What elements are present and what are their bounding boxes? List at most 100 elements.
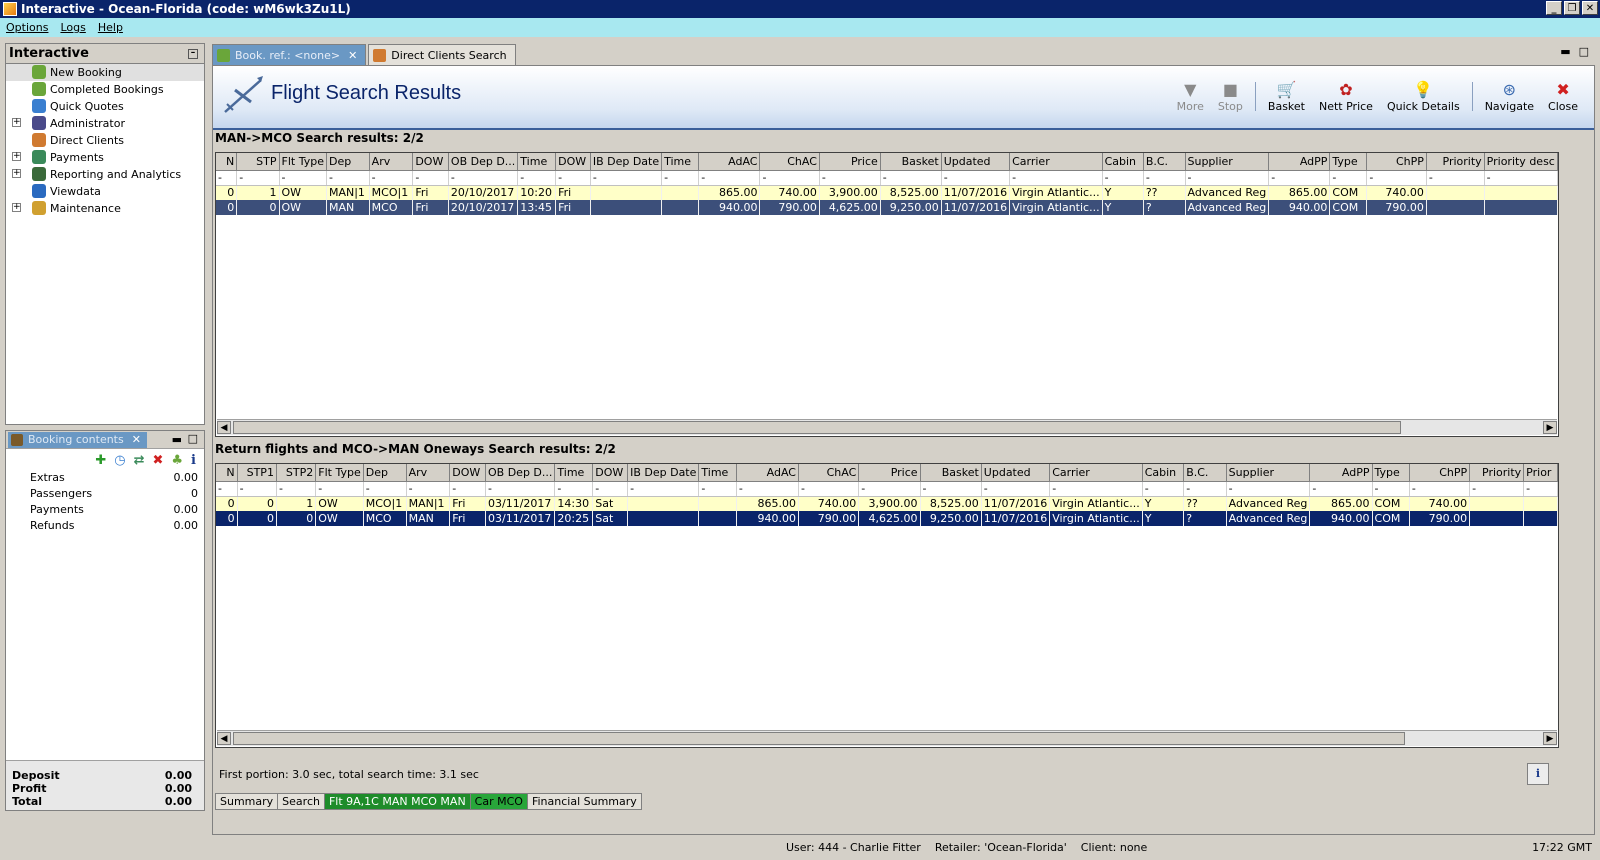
- tab-search[interactable]: Search: [277, 793, 325, 810]
- info-icon[interactable]: i: [191, 453, 196, 468]
- filter-cell[interactable]: -: [1049, 481, 1143, 497]
- nav-item-payments[interactable]: + Payments: [6, 149, 204, 166]
- filter-cell[interactable]: -: [698, 170, 761, 186]
- clock-icon[interactable]: ◷: [114, 453, 125, 468]
- close-tab-icon[interactable]: ✕: [132, 433, 141, 446]
- column-header[interactable]: Cabin: [1102, 153, 1144, 171]
- column-header[interactable]: DOW: [592, 464, 629, 482]
- table-row[interactable]: 0 0 0 OW MCO MAN Fri 03/11/2017 20:25 Sat 940.00 79…: [216, 511, 1558, 526]
- collapse-icon[interactable]: –: [188, 49, 198, 59]
- filter-cell[interactable]: -: [661, 170, 700, 186]
- filter-cell[interactable]: -: [555, 170, 591, 186]
- filter-cell[interactable]: -: [1469, 481, 1525, 497]
- filter-cell[interactable]: -: [1183, 481, 1227, 497]
- column-header[interactable]: Arv: [369, 153, 414, 171]
- palm-tree-icon[interactable]: ♣: [171, 453, 183, 468]
- filter-cell[interactable]: -: [1523, 481, 1558, 497]
- filter-cell[interactable]: -: [276, 481, 317, 497]
- column-header[interactable]: AdPP: [1268, 153, 1331, 171]
- filter-cell[interactable]: -: [941, 170, 1011, 186]
- filter-cell[interactable]: -: [412, 170, 449, 186]
- tab-financial-summary[interactable]: Financial Summary: [526, 793, 642, 810]
- filter-cell[interactable]: -: [1484, 170, 1558, 186]
- filter-cell[interactable]: -: [1329, 170, 1368, 186]
- table-row[interactable]: 0 1 OW MAN|1 MCO|1 Fri 20/10/2017 10:20 Fri 865.0…: [216, 185, 1558, 200]
- close-tab-icon[interactable]: ✕: [348, 49, 357, 62]
- column-header[interactable]: Cabin: [1142, 464, 1185, 482]
- outbound-hscrollbar[interactable]: ◀ ▶: [217, 419, 1557, 435]
- maximize-panel-icon[interactable]: □: [188, 432, 198, 445]
- column-header[interactable]: Price: [858, 464, 921, 482]
- filter-cell[interactable]: -: [326, 170, 370, 186]
- column-header[interactable]: Time: [661, 153, 700, 171]
- basket-button[interactable]: 🛒 Basket: [1262, 80, 1311, 113]
- column-header[interactable]: Dep: [363, 464, 407, 482]
- column-header[interactable]: Dep: [326, 153, 370, 171]
- column-header[interactable]: Time: [698, 464, 737, 482]
- nav-item-completed-bookings[interactable]: Completed Bookings: [6, 81, 204, 98]
- column-header[interactable]: N: [216, 153, 238, 171]
- column-header[interactable]: AdAC: [736, 464, 799, 482]
- filter-cell[interactable]: -: [698, 481, 737, 497]
- column-header[interactable]: IB Dep Date: [590, 153, 663, 171]
- column-header[interactable]: Supplier: [1226, 464, 1311, 482]
- column-header[interactable]: STP: [236, 153, 280, 171]
- nav-item-viewdata[interactable]: Viewdata: [6, 183, 204, 200]
- filter-cell[interactable]: -: [279, 170, 327, 186]
- filter-cell[interactable]: -: [449, 481, 487, 497]
- column-header[interactable]: DOW: [449, 464, 487, 482]
- tab-car-mco[interactable]: Car MCO: [469, 793, 528, 810]
- filter-cell[interactable]: -: [1309, 481, 1373, 497]
- column-header[interactable]: STP1: [237, 464, 277, 482]
- booking-contents-tab[interactable]: Booking contents ✕: [8, 431, 147, 448]
- add-icon[interactable]: ✚: [95, 453, 106, 468]
- navigate-button[interactable]: ⊛ Navigate: [1479, 80, 1540, 113]
- nav-item-direct-clients[interactable]: Direct Clients: [6, 132, 204, 149]
- tab-summary[interactable]: Summary: [215, 793, 279, 810]
- nett-price-button[interactable]: ✿ Nett Price: [1313, 80, 1379, 113]
- filter-cell[interactable]: -: [759, 170, 820, 186]
- minimize-doc-icon[interactable]: ▬: [1560, 45, 1570, 58]
- column-header[interactable]: Basket: [920, 464, 982, 482]
- column-header[interactable]: AdPP: [1309, 464, 1373, 482]
- tab-booking-ref[interactable]: Book. ref.: <none> ✕: [212, 44, 367, 65]
- close-window-button[interactable]: ✕: [1582, 1, 1598, 15]
- column-header[interactable]: Arv: [406, 464, 451, 482]
- filter-cell[interactable]: -: [819, 170, 881, 186]
- filter-cell[interactable]: -: [798, 481, 860, 497]
- filter-cell[interactable]: -: [981, 481, 1051, 497]
- filter-cell[interactable]: -: [1226, 481, 1311, 497]
- filter-cell[interactable]: -: [448, 170, 519, 186]
- filter-cell[interactable]: -: [315, 481, 364, 497]
- scroll-thumb[interactable]: [233, 732, 1405, 745]
- column-header[interactable]: Supplier: [1185, 153, 1270, 171]
- close-button[interactable]: ✖ Close: [1542, 80, 1584, 113]
- filter-cell[interactable]: -: [1142, 481, 1185, 497]
- filter-cell[interactable]: -: [592, 481, 629, 497]
- filter-cell[interactable]: -: [1185, 170, 1270, 186]
- column-header[interactable]: OB Dep D...: [448, 153, 519, 171]
- tab-flt-9a-1c-man-mco-man[interactable]: Flt 9A,1C MAN MCO MAN: [323, 793, 471, 810]
- scroll-right-icon[interactable]: ▶: [1543, 421, 1557, 434]
- menu-options[interactable]: Options: [0, 21, 54, 34]
- scroll-thumb[interactable]: [233, 421, 1401, 434]
- nav-item-maintenance[interactable]: + Maintenance: [6, 200, 204, 217]
- column-header[interactable]: Priority: [1469, 464, 1525, 482]
- filter-cell[interactable]: -: [590, 170, 663, 186]
- minimize-button[interactable]: _: [1546, 1, 1562, 15]
- filter-cell[interactable]: -: [627, 481, 700, 497]
- column-header[interactable]: Updated: [941, 153, 1011, 171]
- menu-logs[interactable]: Logs: [54, 21, 91, 34]
- filter-cell[interactable]: -: [517, 170, 557, 186]
- column-header[interactable]: ChPP: [1366, 153, 1427, 171]
- nav-item-reporting-and-analytics[interactable]: + Reporting and Analytics: [6, 166, 204, 183]
- column-header[interactable]: AdAC: [698, 153, 761, 171]
- column-header[interactable]: Flt Type: [315, 464, 364, 482]
- column-header[interactable]: N: [216, 464, 238, 482]
- info-button[interactable]: i: [1527, 763, 1549, 785]
- filter-cell[interactable]: -: [369, 170, 414, 186]
- column-header[interactable]: B.C.: [1183, 464, 1227, 482]
- column-header[interactable]: B.C.: [1143, 153, 1186, 171]
- column-header[interactable]: STP2: [276, 464, 317, 482]
- filter-cell[interactable]: -: [406, 481, 451, 497]
